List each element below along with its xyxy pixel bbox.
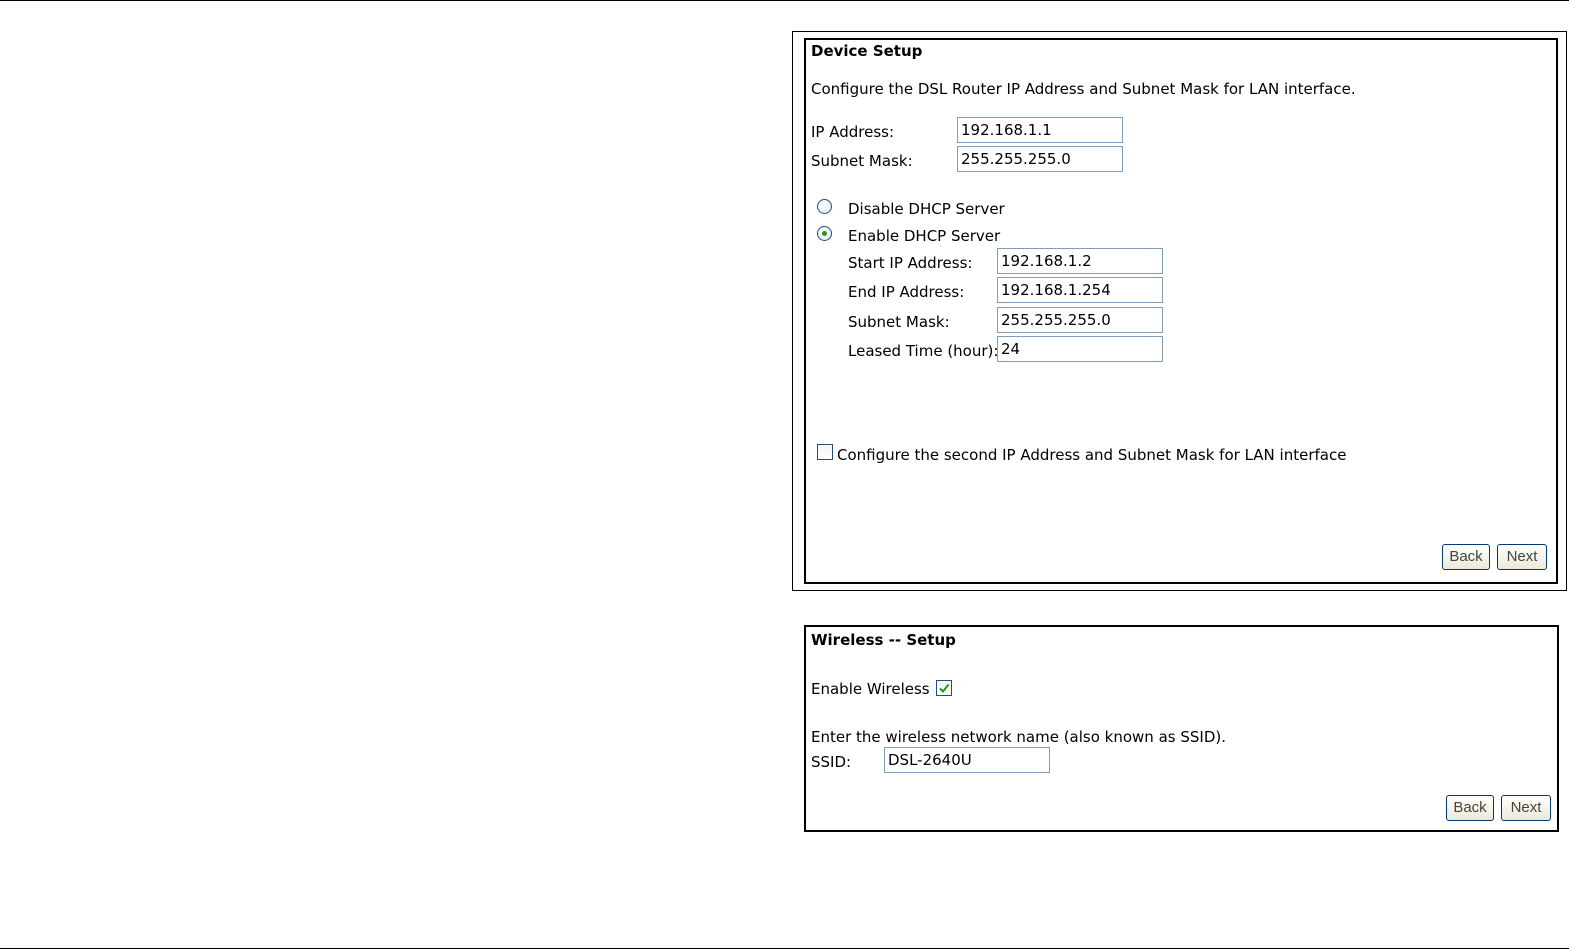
wireless-setup-title: Wireless -- Setup: [811, 631, 956, 649]
end-ip-input[interactable]: 192.168.1.254: [997, 277, 1163, 303]
ip-address-label: IP Address:: [811, 123, 895, 141]
checkmark-icon: [939, 683, 950, 694]
disable-dhcp-radio[interactable]: [817, 199, 832, 214]
dhcp-subnet-mask-input[interactable]: 255.255.255.0: [997, 307, 1163, 333]
ssid-prompt: Enter the wireless network name (also kn…: [811, 728, 1226, 746]
wireless-next-button[interactable]: Next: [1501, 795, 1551, 821]
second-ip-label: Configure the second IP Address and Subn…: [837, 446, 1347, 464]
subnet-mask-input[interactable]: 255.255.255.0: [957, 146, 1123, 172]
device-setup-description: Configure the DSL Router IP Address and …: [811, 80, 1356, 98]
start-ip-label: Start IP Address:: [848, 254, 973, 272]
device-setup-panel: Device Setup Configure the DSL Router IP…: [804, 38, 1558, 584]
enable-wireless-label: Enable Wireless: [811, 680, 930, 698]
ssid-input[interactable]: DSL-2640U: [884, 747, 1050, 773]
top-rule: [0, 0, 1569, 1]
radio-selected-dot: [822, 231, 827, 236]
wireless-setup-panel: Wireless -- Setup Enable Wireless Enter …: [804, 625, 1559, 832]
enable-dhcp-label: Enable DHCP Server: [848, 227, 1001, 245]
ssid-label: SSID:: [811, 753, 852, 771]
leased-time-label: Leased Time (hour):: [848, 342, 999, 360]
start-ip-input[interactable]: 192.168.1.2: [997, 248, 1163, 274]
enable-wireless-checkbox[interactable]: [936, 680, 952, 696]
device-next-button[interactable]: Next: [1497, 544, 1547, 570]
enable-dhcp-radio[interactable]: [817, 226, 832, 241]
second-ip-checkbox[interactable]: [817, 444, 833, 460]
end-ip-label: End IP Address:: [848, 283, 965, 301]
dhcp-subnet-mask-label: Subnet Mask:: [848, 313, 950, 331]
ip-address-input[interactable]: 192.168.1.1: [957, 117, 1123, 143]
wireless-back-button[interactable]: Back: [1446, 795, 1494, 821]
bottom-rule: [0, 948, 1569, 949]
device-setup-title: Device Setup: [811, 42, 923, 60]
device-back-button[interactable]: Back: [1442, 544, 1490, 570]
disable-dhcp-label: Disable DHCP Server: [848, 200, 1005, 218]
subnet-mask-label: Subnet Mask:: [811, 152, 913, 170]
leased-time-input[interactable]: 24: [997, 336, 1163, 362]
